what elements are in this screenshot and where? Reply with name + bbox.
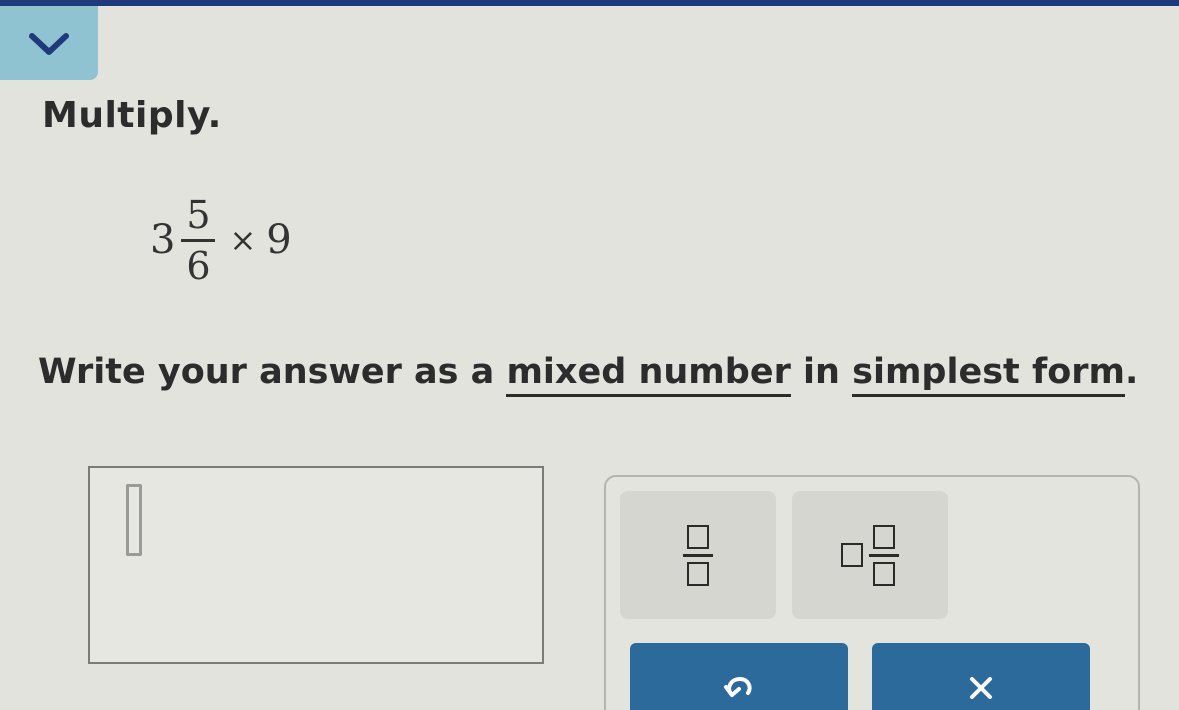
- directions-prefix: Write your answer as a: [38, 352, 507, 392]
- fraction-template-button[interactable]: [620, 491, 776, 619]
- x-icon: [966, 673, 996, 707]
- mixed-number-fraction: 5 6: [181, 192, 216, 288]
- mixed-number-whole: 3: [150, 217, 176, 263]
- multiply-operator: ×: [229, 221, 257, 259]
- simplest-form-definition-link[interactable]: simplest form: [852, 352, 1125, 397]
- answer-directions: Write your answer as a mixed number in s…: [38, 352, 1139, 397]
- answer-input[interactable]: [88, 466, 544, 664]
- mixed-number-template-button[interactable]: [792, 491, 948, 619]
- mixed-number-template-icon: [841, 543, 863, 567]
- mixed-number-definition-link[interactable]: mixed number: [506, 352, 791, 397]
- fraction-numerator: 5: [186, 192, 211, 237]
- chevron-down-icon: [26, 28, 72, 58]
- answer-cursor-placeholder[interactable]: [126, 484, 142, 556]
- collapse-toggle-button[interactable]: [0, 6, 98, 80]
- instruction-text: Multiply.: [42, 95, 222, 136]
- directions-suffix: .: [1124, 352, 1139, 392]
- undo-button[interactable]: [630, 643, 848, 710]
- undo-icon: [722, 673, 756, 707]
- fraction-bar: [181, 238, 216, 242]
- problem-expression: 3 5 6 × 9: [150, 190, 292, 290]
- fraction-denominator: 6: [186, 243, 211, 288]
- fraction-template-icon: [683, 524, 713, 586]
- second-factor: 9: [266, 217, 292, 263]
- directions-middle: in: [790, 352, 853, 392]
- top-accent-bar: [0, 0, 1179, 6]
- clear-button[interactable]: [872, 643, 1090, 710]
- math-keypad: [604, 475, 1140, 710]
- mixed-number-fraction-icon: [869, 524, 899, 586]
